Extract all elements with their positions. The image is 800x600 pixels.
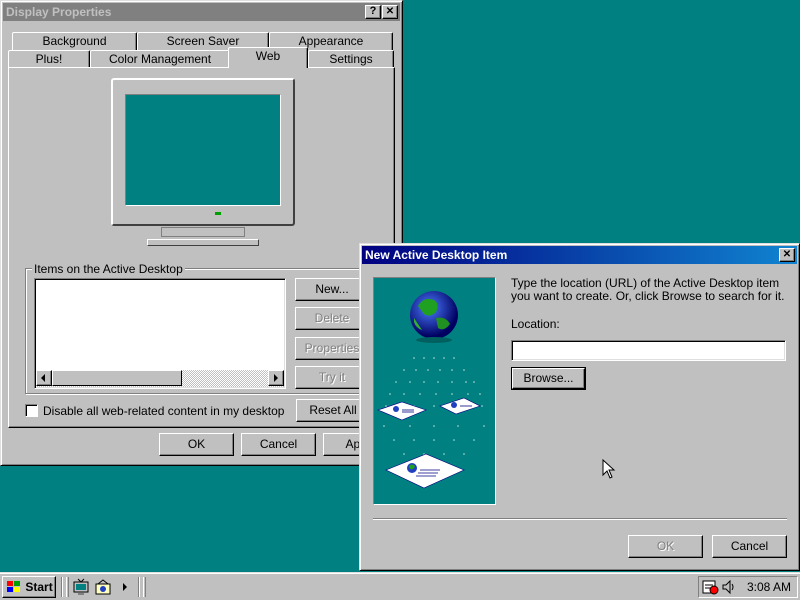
browse-button[interactable]: Browse...	[511, 367, 586, 390]
show-desktop-icon[interactable]	[72, 578, 90, 596]
tab-color-management[interactable]: Color Management	[90, 50, 230, 68]
quick-launch-grip[interactable]	[66, 577, 69, 597]
taskbar-divider-2	[138, 577, 140, 597]
reset-all-button-label: Reset All	[309, 403, 357, 417]
dialog-instructions: Type the location (URL) of the Active De…	[511, 276, 785, 303]
help-button[interactable]: ?	[365, 5, 381, 19]
disable-web-content-checkbox[interactable]	[25, 404, 38, 417]
taskbar-grip-2[interactable]	[143, 577, 146, 597]
taskbar: Start 3:08 AM	[0, 572, 800, 600]
start-label: Start	[25, 580, 53, 594]
monitor-power-light	[215, 212, 221, 215]
new-button[interactable]: New...	[295, 278, 369, 301]
delete-button[interactable]: Delete	[295, 307, 369, 330]
wizard-illustration	[373, 277, 496, 505]
dialog-cancel-button[interactable]: Cancel	[712, 535, 787, 558]
dialog-ok-button[interactable]: OK	[628, 535, 703, 558]
tab-settings[interactable]: Settings	[308, 50, 394, 68]
quick-launch-arrow-icon[interactable]	[120, 578, 130, 596]
try-it-button-label: Try it	[318, 370, 346, 384]
dialog-close-button[interactable]: ✕	[779, 248, 795, 262]
location-label: Location:	[511, 317, 560, 331]
scroll-left-button[interactable]	[36, 370, 52, 386]
properties-button[interactable]: Properties	[295, 337, 369, 360]
tab-web[interactable]: Web	[228, 47, 308, 68]
monitor-screen	[125, 94, 281, 206]
mouse-cursor-icon	[602, 459, 616, 479]
dialog-title: New Active Desktop Item	[365, 248, 508, 262]
monitor-preview	[111, 78, 295, 226]
volume-icon[interactable]	[721, 579, 737, 595]
clock[interactable]: 3:08 AM	[747, 580, 791, 594]
scroll-thumb[interactable]	[52, 370, 182, 386]
monitor-base	[161, 227, 245, 237]
channel-guide-icon[interactable]	[94, 578, 112, 596]
delete-button-label: Delete	[314, 311, 350, 325]
document-icon	[377, 397, 481, 489]
active-desktop-group-label: Items on the Active Desktop	[32, 262, 185, 276]
taskbar-divider	[61, 577, 63, 597]
scheduled-tasks-icon[interactable]	[702, 579, 720, 595]
system-tray: 3:08 AM	[698, 576, 798, 598]
cancel-button-label: Cancel	[259, 437, 298, 451]
dialog-cancel-button-label: Cancel	[730, 539, 769, 553]
cancel-button[interactable]: Cancel	[241, 433, 316, 456]
ok-button-label: OK	[187, 437, 206, 451]
monitor-stand	[147, 239, 259, 246]
display-properties-titlebar[interactable]: Display Properties ? ✕	[3, 3, 400, 21]
close-button[interactable]: ✕	[382, 5, 398, 19]
window-title: Display Properties	[6, 5, 112, 19]
tab-background[interactable]: Background	[12, 32, 137, 50]
new-active-desktop-item-dialog: New Active Desktop Item ✕ Type the locat…	[359, 243, 800, 571]
display-properties-window: Display Properties ? ✕ Background Screen…	[0, 0, 403, 466]
tab-plus[interactable]: Plus!	[8, 50, 90, 68]
browse-button-label: Browse...	[523, 371, 574, 385]
ok-button[interactable]: OK	[159, 433, 234, 456]
start-button[interactable]: Start	[2, 576, 56, 598]
list-horizontal-scrollbar[interactable]	[36, 370, 284, 387]
properties-button-label: Properties	[304, 341, 360, 355]
scroll-right-button[interactable]	[268, 370, 284, 386]
dialog-titlebar[interactable]: New Active Desktop Item ✕	[362, 246, 797, 264]
windows-logo-icon	[7, 580, 20, 592]
location-input[interactable]	[511, 340, 786, 361]
dialog-ok-button-label: OK	[656, 539, 675, 553]
disable-web-content-label[interactable]: Disable all web-related content in my de…	[43, 404, 284, 418]
new-button-label: New...	[315, 282, 349, 296]
dialog-separator	[373, 518, 787, 520]
try-it-button[interactable]: Try it	[295, 366, 369, 389]
